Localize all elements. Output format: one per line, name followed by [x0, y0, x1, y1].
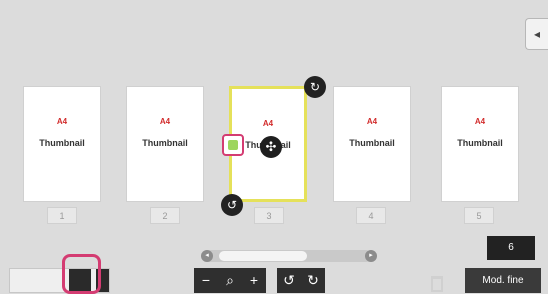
rotate-icon[interactable]: ↺ [221, 194, 243, 216]
page-thumbnail-label: Thumbnail [39, 138, 85, 148]
page-count-badge: 6 [487, 236, 535, 260]
page-card-1[interactable]: A4 Thumbnail [23, 86, 101, 202]
rotate-left-icon[interactable]: ↺ [277, 268, 301, 293]
page-size-label: A4 [56, 117, 68, 126]
bookmark-icon[interactable] [222, 134, 244, 156]
rotate-right-icon[interactable]: ↻ [301, 268, 325, 293]
collapse-panel-icon[interactable]: ◂ [525, 18, 548, 50]
page-size-label: A4 [159, 117, 171, 126]
zoom-out-icon[interactable]: − [194, 268, 218, 293]
trash-icon[interactable] [431, 276, 443, 292]
page-editor-screen: ◂ A4 Thumbnail 1 A4 Thumbnail 2 A4 Thumb… [0, 0, 548, 294]
page-number: 5 [464, 207, 494, 224]
page-card-2[interactable]: A4 Thumbnail [126, 86, 204, 202]
scrollbar-thumb[interactable] [219, 251, 307, 261]
scroll-left-icon[interactable]: ◂ [201, 250, 213, 262]
page-card-4[interactable]: A4 Thumbnail [333, 86, 411, 202]
page-size-label: A4 [474, 117, 486, 126]
page-thumbnail-label: Thumbnail [457, 138, 503, 148]
rotate-icon[interactable]: ↻ [304, 76, 326, 98]
page-thumbnail-label: Thumbnail [142, 138, 188, 148]
page-thumbnail-label: Thumbnail [349, 138, 395, 148]
zoom-in-icon[interactable]: + [242, 268, 266, 293]
horizontal-scrollbar[interactable] [203, 250, 372, 262]
zoom-icon[interactable]: ⌕ [218, 268, 242, 293]
mod-fine-button[interactable]: Mod. fine [465, 268, 541, 293]
page-number: 2 [150, 207, 180, 224]
scroll-right-icon[interactable]: ▸ [365, 250, 377, 262]
page-number: 1 [47, 207, 77, 224]
move-icon[interactable]: ✣ [260, 136, 282, 158]
page-size-label: A4 [366, 117, 378, 126]
page-number: 4 [356, 207, 386, 224]
page-number: 3 [254, 207, 284, 224]
selection-highlight [62, 254, 101, 294]
page-card-5[interactable]: A4 Thumbnail [441, 86, 519, 202]
page-size-label: A4 [262, 119, 274, 128]
